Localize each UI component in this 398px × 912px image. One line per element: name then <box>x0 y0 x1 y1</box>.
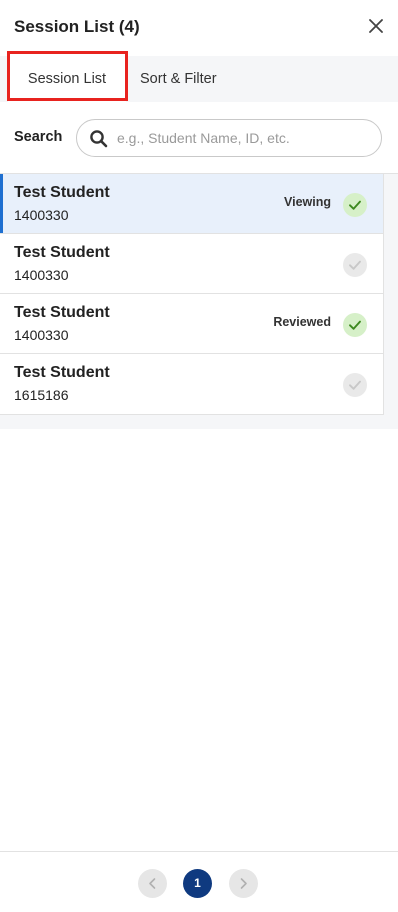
student-name: Test Student <box>14 184 110 201</box>
page-number-current[interactable]: 1 <box>183 869 212 898</box>
chevron-right-icon[interactable] <box>229 869 258 898</box>
status-label: Viewing <box>283 195 331 209</box>
search-input[interactable] <box>117 120 373 156</box>
tab-sort-filter[interactable]: Sort & Filter <box>140 56 217 102</box>
close-icon[interactable] <box>364 14 388 38</box>
session-row[interactable]: Test Student 1400330 Viewing <box>0 174 383 234</box>
search-box[interactable] <box>76 119 382 157</box>
check-icon <box>343 313 367 337</box>
search-icon <box>89 129 109 149</box>
tab-session-list[interactable]: Session List <box>8 56 126 102</box>
session-list: Test Student 1400330 Viewing Test Student 14… <box>0 174 384 415</box>
student-id: 1400330 <box>14 327 69 343</box>
student-name: Test Student <box>14 364 110 381</box>
session-list-container: Test Student 1400330 Viewing Test Student 14… <box>0 173 398 429</box>
student-name: Test Student <box>14 244 110 261</box>
session-row[interactable]: Test Student 1400330 Reviewed <box>0 294 383 354</box>
check-icon <box>343 373 367 397</box>
pagination: 1 <box>0 851 398 912</box>
status-label: Reviewed <box>273 315 331 329</box>
student-id: 1400330 <box>14 267 69 283</box>
tab-bar: Session List Sort & Filter <box>0 56 398 102</box>
session-row[interactable]: Test Student 1615186 <box>0 354 383 414</box>
search-label: Search <box>14 129 63 145</box>
chevron-left-icon[interactable] <box>138 869 167 898</box>
check-icon <box>343 253 367 277</box>
student-id: 1400330 <box>14 207 69 223</box>
panel-title: Session List (4) <box>14 17 140 36</box>
session-row[interactable]: Test Student 1400330 <box>0 234 383 294</box>
panel-header: Session List (4) <box>0 0 398 56</box>
student-id: 1615186 <box>14 387 69 403</box>
check-icon <box>343 193 367 217</box>
student-name: Test Student <box>14 304 110 321</box>
